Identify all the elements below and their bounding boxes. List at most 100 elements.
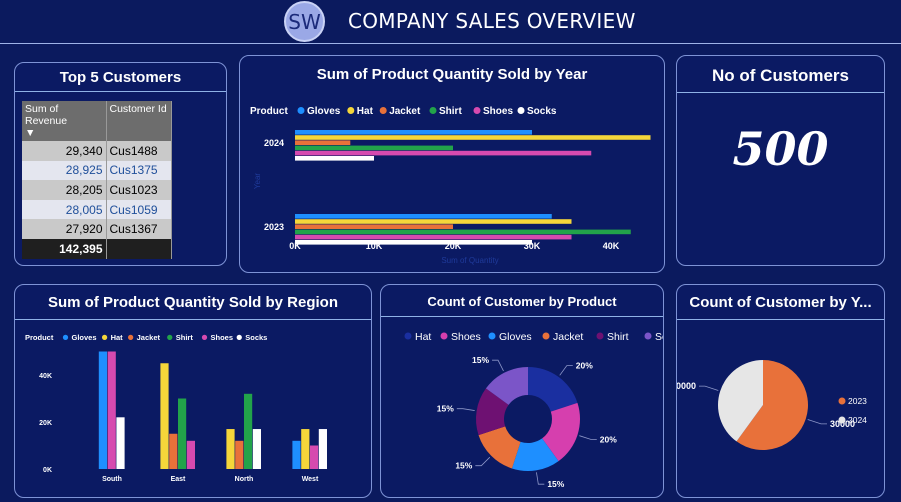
leader-line (536, 472, 545, 485)
customers-kpi-panel: No of Customers 500 (676, 55, 885, 266)
y-tick-label: 40K (39, 373, 52, 380)
legend-item: Gloves (72, 333, 97, 342)
legend-swatch (101, 334, 108, 340)
legend-item: Hat (111, 333, 124, 342)
x-tick-label: 0K (289, 241, 301, 251)
bar-north-shirt (244, 393, 253, 469)
legend-swatch (297, 107, 305, 114)
legend-swatch (596, 332, 604, 340)
logo-badge: SW (284, 1, 325, 42)
slice-label: 15% (472, 355, 489, 365)
page-title: COMPANY SALES OVERVIEW (348, 9, 636, 33)
leader-line (579, 435, 597, 440)
leader-line (492, 359, 504, 372)
bar-east-jacket (169, 433, 178, 469)
y-tick-label: 20K (39, 420, 52, 427)
leader-line (559, 365, 573, 376)
product-donut-chart: Hat Shoes Gloves Jacket Shirt Socks 20% 20% 15% 1… (404, 331, 664, 489)
bar-south-socks (116, 417, 125, 469)
legend-item: Socks (527, 106, 557, 117)
region-chart-panel: Sum of Product Quantity Sold by Region P… (14, 284, 372, 498)
slice-label: 20% (576, 361, 593, 371)
header-bar: SW COMPANY SALES OVERVIEW (0, 0, 901, 44)
legend-item: Shirt (439, 106, 462, 117)
legend-item: Socks (655, 331, 664, 343)
x-axis-label: Sum of Quantity (441, 256, 498, 265)
slice-label: 15% (437, 404, 454, 414)
year-bar-chart: Product Gloves Hat Jacket Shirt Shoes Socks 202… (250, 106, 651, 265)
legend-swatch (473, 107, 481, 114)
legend-item: 2024 (848, 415, 867, 425)
legend-item: Shoes (211, 333, 234, 342)
bar-2023-shirt (295, 229, 631, 235)
donut-slice-hat (528, 367, 578, 412)
legend-item: Jacket (389, 106, 421, 117)
top-customers-title: Top 5 Customers (59, 69, 182, 86)
bar-2023-hat (295, 219, 572, 224)
bar-south-shoes (107, 351, 116, 469)
legend-item: Gloves (499, 331, 532, 343)
bar-north-jacket (235, 440, 244, 469)
y-tick-label: 2023 (264, 222, 284, 232)
bar-2024-hat (295, 135, 651, 140)
legend-item: Shirt (176, 333, 194, 342)
kpi-value: 500 (732, 122, 829, 176)
table-row[interactable]: 28,005 Cus1059 (22, 199, 172, 220)
bar-2024-shirt (295, 145, 453, 151)
legend-swatch (644, 332, 652, 340)
revenue-column-header[interactable]: Sum of Revenue ▼ (22, 101, 107, 141)
table-row[interactable]: 28,925 Cus1375 (22, 160, 172, 181)
leader-line (807, 419, 828, 425)
product-donut-panel: Count of Customer by Product Hat Shoes Glo… (380, 284, 664, 498)
legend-title: Product (250, 106, 288, 117)
bar-north-hat (226, 429, 235, 469)
legend-item: Hat (357, 106, 374, 117)
legend-item: 2023 (848, 396, 867, 406)
legend-swatch (167, 334, 173, 340)
legend-swatch (379, 107, 387, 114)
y-tick-label: 2024 (264, 138, 284, 148)
year-pie-panel: Count of Customer by Y... 30000200002023… (676, 284, 885, 498)
table-row[interactable]: 29,340 Cus1488 (22, 141, 172, 161)
legend-item: Shirt (607, 331, 629, 343)
bar-2023-gloves (295, 214, 552, 219)
legend-swatch (838, 397, 846, 405)
leader-line (475, 456, 491, 467)
legend-item: Shoes (451, 331, 481, 343)
legend-item: Socks (245, 333, 267, 342)
sort-desc-icon: ▼ (25, 127, 36, 139)
table-row[interactable]: 28,205 Cus1023 (22, 180, 172, 200)
legend-swatch (347, 107, 355, 114)
year-chart-panel: Sum of Product Quantity Sold by Year Pro… (239, 55, 665, 273)
region-bar-chart: Product Gloves Hat Jacket Shirt Shoes Socks 0K 2… (25, 333, 327, 483)
bar-2023-shoes (295, 234, 572, 240)
leader-line (698, 385, 719, 391)
legend-swatch (517, 107, 525, 114)
y-axis-label: Year (253, 173, 262, 190)
legend-swatch (440, 332, 448, 340)
x-tick-label: 20K (445, 241, 462, 251)
bar-2023-socks (295, 240, 532, 245)
x-tick-label: 30K (524, 241, 541, 251)
top-customers-table: Sum of Revenue ▼ Customer Id 29,340 Cus148… (22, 101, 172, 259)
legend-swatch (542, 332, 550, 340)
bar-west-gloves (292, 440, 301, 469)
bar-west-hat (301, 429, 310, 469)
legend-swatch (404, 332, 412, 340)
bar-2023-jacket (295, 224, 453, 229)
legend-swatch (236, 334, 242, 340)
x-tick-label: North (235, 476, 254, 483)
table-total-row: 142,395 (22, 238, 172, 259)
customer-column-header[interactable]: Customer Id (106, 101, 172, 141)
slice-label: 20000 (677, 381, 696, 391)
bar-2024-shoes (295, 150, 592, 156)
table-row[interactable]: 27,920 Cus1367 (22, 219, 172, 239)
x-tick-label: West (302, 476, 319, 483)
legend-item: Hat (415, 331, 431, 343)
legend-item: Shoes (483, 106, 513, 117)
bar-west-socks (318, 429, 327, 469)
y-tick-label: 0K (43, 467, 52, 474)
x-tick-label: East (171, 476, 186, 483)
x-tick-label: 40K (603, 241, 620, 251)
legend-swatch (62, 334, 69, 340)
